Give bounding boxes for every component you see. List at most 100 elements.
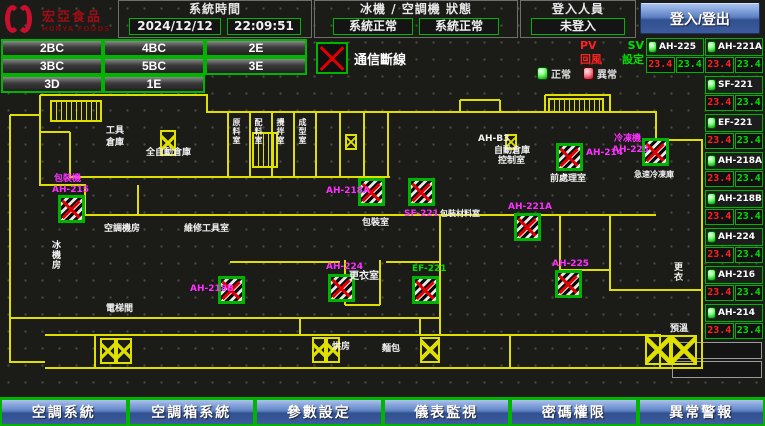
pv-value: 23.4	[646, 57, 675, 73]
unit-button-ah-225[interactable]: AH-225	[646, 38, 704, 56]
unit-button-ah-218b[interactable]: AH-218B	[705, 190, 763, 208]
map-unit-label: AH-223	[612, 145, 649, 155]
ahu-status-value: 系統正常	[419, 18, 499, 35]
comm-loss-legend: 通信斷線	[316, 42, 406, 74]
floor-button-5bc[interactable]: 5BC	[103, 57, 205, 75]
unit-name-label: AH-216	[718, 270, 755, 280]
map-unit-label: SF-221	[404, 209, 439, 219]
unit-button-ah-224[interactable]: AH-224	[705, 228, 763, 246]
floor-button-4bc[interactable]: 4BC	[103, 39, 205, 57]
map-unit-label: 冷凍機	[614, 134, 641, 144]
map-room-label: 烘房	[332, 342, 350, 352]
map-unit-label: EF-221	[412, 264, 447, 274]
scada-screen: 宏亞食品 HUNYA FOODS 系統時間 2024/12/12 22:09:5…	[0, 0, 765, 426]
nav-hvac-system[interactable]: 空調系統	[0, 399, 128, 426]
floor-button-3d[interactable]: 3D	[1, 75, 103, 93]
stairs-icon	[548, 98, 604, 113]
abnormal-led-icon	[583, 67, 594, 80]
logo-icon	[4, 4, 38, 34]
unit-ef-221: EF-221 23.4 23.4	[705, 114, 763, 149]
nav-password-rights[interactable]: 密碼權限	[510, 399, 638, 426]
unit-button-ah-218a[interactable]: AH-218A	[705, 152, 763, 170]
floor-button-1e[interactable]: 1E	[103, 75, 205, 93]
status-led-icon	[707, 193, 716, 205]
map-room-label: 更衣	[672, 262, 682, 282]
unit-name-label: EF-221	[718, 118, 753, 128]
unit-sf-221: SF-221 23.4 23.4	[705, 76, 763, 111]
machine-status-section: 冰機 / 空調機 狀態 系統正常 系統正常	[314, 0, 518, 38]
unit-button-sf-221[interactable]: SF-221	[705, 76, 763, 94]
unit-name-label: AH-225	[659, 42, 696, 52]
map-room-label: 倉庫	[106, 138, 124, 148]
ahu-icon-ah-214[interactable]	[556, 143, 583, 171]
bottom-nav: 空調系統 空調箱系統 參數設定 儀表監視 密碼權限 異常警報	[0, 397, 765, 426]
unit-column-a: AH-225 23.4 23.4	[646, 38, 704, 76]
status-led-icon	[707, 269, 716, 281]
status-led-icon	[707, 307, 716, 319]
logo-title: 宏亞食品	[42, 6, 110, 25]
normal-led-icon	[537, 67, 548, 80]
sv-value: 23.4	[676, 57, 705, 73]
ahu-icon-sf-221[interactable]	[408, 178, 435, 206]
map-room-label: 包裝室	[362, 218, 389, 228]
nav-ahu-system[interactable]: 空調箱系統	[128, 399, 256, 426]
ahu-icon-ef-221[interactable]	[412, 276, 439, 304]
unit-button-ah-214[interactable]: AH-214	[705, 304, 763, 322]
machine-status-label: 冰機 / 空調機 狀態	[360, 1, 472, 18]
ahu-icon-ah-215[interactable]	[58, 195, 85, 223]
unit-name-label: AH-218B	[718, 194, 762, 204]
unit-ah-224: AH-224 23.4 23.4	[705, 228, 763, 263]
pv-value: 23.4	[705, 171, 734, 187]
status-led-icon	[707, 79, 716, 91]
pv-value: 23.4	[705, 95, 734, 111]
sv-value: 23.4	[735, 171, 764, 187]
unit-button-ef-221[interactable]: EF-221	[705, 114, 763, 132]
map-unit-label: AH-215	[52, 185, 89, 195]
nav-parameter-set[interactable]: 參數設定	[255, 399, 383, 426]
unit-ah-225: AH-225 23.4 23.4	[646, 38, 704, 73]
unit-ah-216: AH-216 23.4 23.4	[705, 266, 763, 301]
comm-loss-icon	[316, 42, 348, 74]
map-room-label: 維修工具室	[184, 224, 229, 234]
floor-buttons: 2BC 4BC 2E 3BC 5BC 3E 3D 1E	[1, 39, 307, 93]
floor-plan: 工具 倉庫 全自動倉庫 包裝機 AH-215 原料室 配料室 攪拌室 成型室 A…	[0, 92, 705, 397]
chiller-status-value: 系統正常	[333, 18, 413, 35]
nav-meter-monitor[interactable]: 儀表監視	[383, 399, 511, 426]
unit-column-b: AH-221A 23.4 23.4 SF-221 23.4 23.4 EF-22…	[705, 38, 763, 342]
ahu-icon-ah-221a[interactable]	[514, 213, 541, 241]
map-room-label: 更衣室	[349, 272, 379, 282]
status-led-icon	[707, 155, 716, 167]
login-logout-button[interactable]: 登入/登出	[640, 3, 760, 34]
map-unit-label: AH-221A	[508, 202, 552, 212]
floor-button-2bc[interactable]: 2BC	[1, 39, 103, 57]
status-led-icon	[707, 117, 716, 129]
unit-button-ah-216[interactable]: AH-216	[705, 266, 763, 284]
normal-label: 正常	[551, 66, 571, 81]
map-room-label: 自動倉庫	[494, 146, 530, 156]
abnormal-label: 異常	[597, 66, 617, 81]
comm-loss-label: 通信斷線	[354, 49, 406, 68]
map-unit-label: AH-218A	[326, 186, 370, 196]
map-unit-label: AH-218B	[190, 284, 234, 294]
pv-value: 23.4	[705, 323, 734, 339]
floor-button-3e[interactable]: 3E	[205, 57, 307, 75]
map-room-label: 前處理室	[550, 174, 586, 184]
stairs-icon	[50, 100, 102, 122]
ahu-icon-ah-225[interactable]	[555, 270, 582, 298]
floor-button-3bc[interactable]: 3BC	[1, 57, 103, 75]
unit-button-ah-221a[interactable]: AH-221A	[705, 38, 763, 56]
pv-value: 23.4	[705, 285, 734, 301]
status-led-icon	[707, 231, 716, 243]
map-room-label: 全自動倉庫	[146, 148, 191, 158]
map-room-label: 預溫	[670, 324, 688, 334]
floor-button-2e[interactable]: 2E	[205, 39, 307, 57]
pv-sub-label: 回風	[580, 53, 602, 67]
status-led-icon	[648, 41, 657, 53]
logo-subtitle: HUNYA FOODS	[42, 25, 110, 33]
vent-icon	[671, 335, 697, 365]
map-room-label: 麵包	[382, 344, 400, 354]
sv-value: 23.4	[735, 95, 764, 111]
status-legend: 正常 異常	[537, 66, 617, 81]
nav-alarm[interactable]: 異常警報	[638, 399, 765, 426]
map-room-label: 電梯間	[106, 304, 133, 314]
